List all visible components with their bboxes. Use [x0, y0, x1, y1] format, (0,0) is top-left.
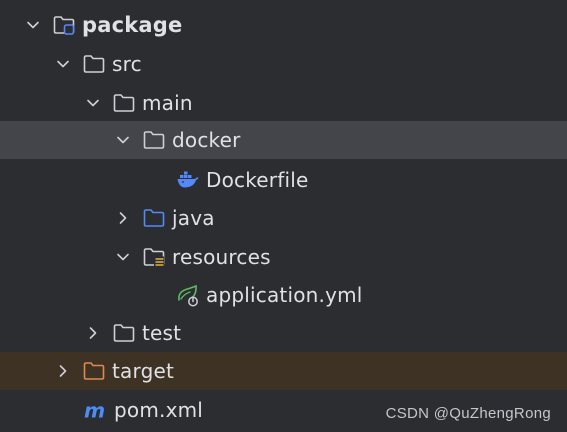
- tree-row-src[interactable]: src: [0, 45, 567, 83]
- spring-config-icon: [176, 283, 200, 307]
- tree-label-pom-xml: pom.xml: [114, 398, 204, 422]
- folder-icon: [112, 91, 136, 115]
- tree-label-main: main: [142, 91, 193, 115]
- tree-label-application-yml: application.yml: [206, 283, 363, 307]
- tree-row-main[interactable]: main: [0, 84, 567, 122]
- chevron-down-icon[interactable]: [56, 57, 70, 71]
- docker-icon: [176, 168, 200, 192]
- chevron-right-icon[interactable]: [56, 364, 70, 378]
- chevron-right-icon[interactable]: [116, 211, 130, 225]
- module-folder-icon: [52, 13, 76, 37]
- folder-icon: [142, 128, 166, 152]
- tree-label-target: target: [112, 359, 175, 383]
- tree-row-target[interactable]: target: [0, 352, 567, 390]
- source-folder-icon: [142, 206, 166, 230]
- tree-row-resources[interactable]: resources: [0, 238, 567, 276]
- chevron-down-icon[interactable]: [26, 18, 40, 32]
- tree-label-test: test: [142, 321, 182, 345]
- tree-label-java: java: [172, 206, 215, 230]
- folder-icon: [112, 321, 136, 345]
- tree-row-dockerfile[interactable]: Dockerfile: [0, 161, 567, 199]
- tree-row-application-yml[interactable]: application.yml: [0, 276, 567, 314]
- tree-row-docker[interactable]: docker: [0, 121, 567, 159]
- chevron-down-icon[interactable]: [116, 133, 130, 147]
- watermark: CSDN @QuZhengRong: [385, 405, 551, 422]
- chevron-down-icon[interactable]: [86, 96, 100, 110]
- svg-text:m: m: [84, 398, 105, 422]
- tree-row-test[interactable]: test: [0, 314, 567, 352]
- tree-row-package[interactable]: package: [0, 6, 567, 44]
- excluded-folder-icon: [82, 359, 106, 383]
- tree-label-docker: docker: [172, 128, 241, 152]
- project-tree: package src main docker Dockerfile java …: [0, 0, 567, 432]
- chevron-right-icon[interactable]: [86, 326, 100, 340]
- tree-label-package: package: [82, 13, 183, 37]
- tree-row-java[interactable]: java: [0, 199, 567, 237]
- tree-label-resources: resources: [172, 245, 271, 269]
- tree-label-src: src: [112, 52, 142, 76]
- folder-icon: [82, 52, 106, 76]
- resources-folder-icon: [142, 245, 166, 269]
- tree-label-dockerfile: Dockerfile: [206, 168, 309, 192]
- maven-icon: m: [84, 398, 108, 422]
- chevron-down-icon[interactable]: [116, 250, 130, 264]
